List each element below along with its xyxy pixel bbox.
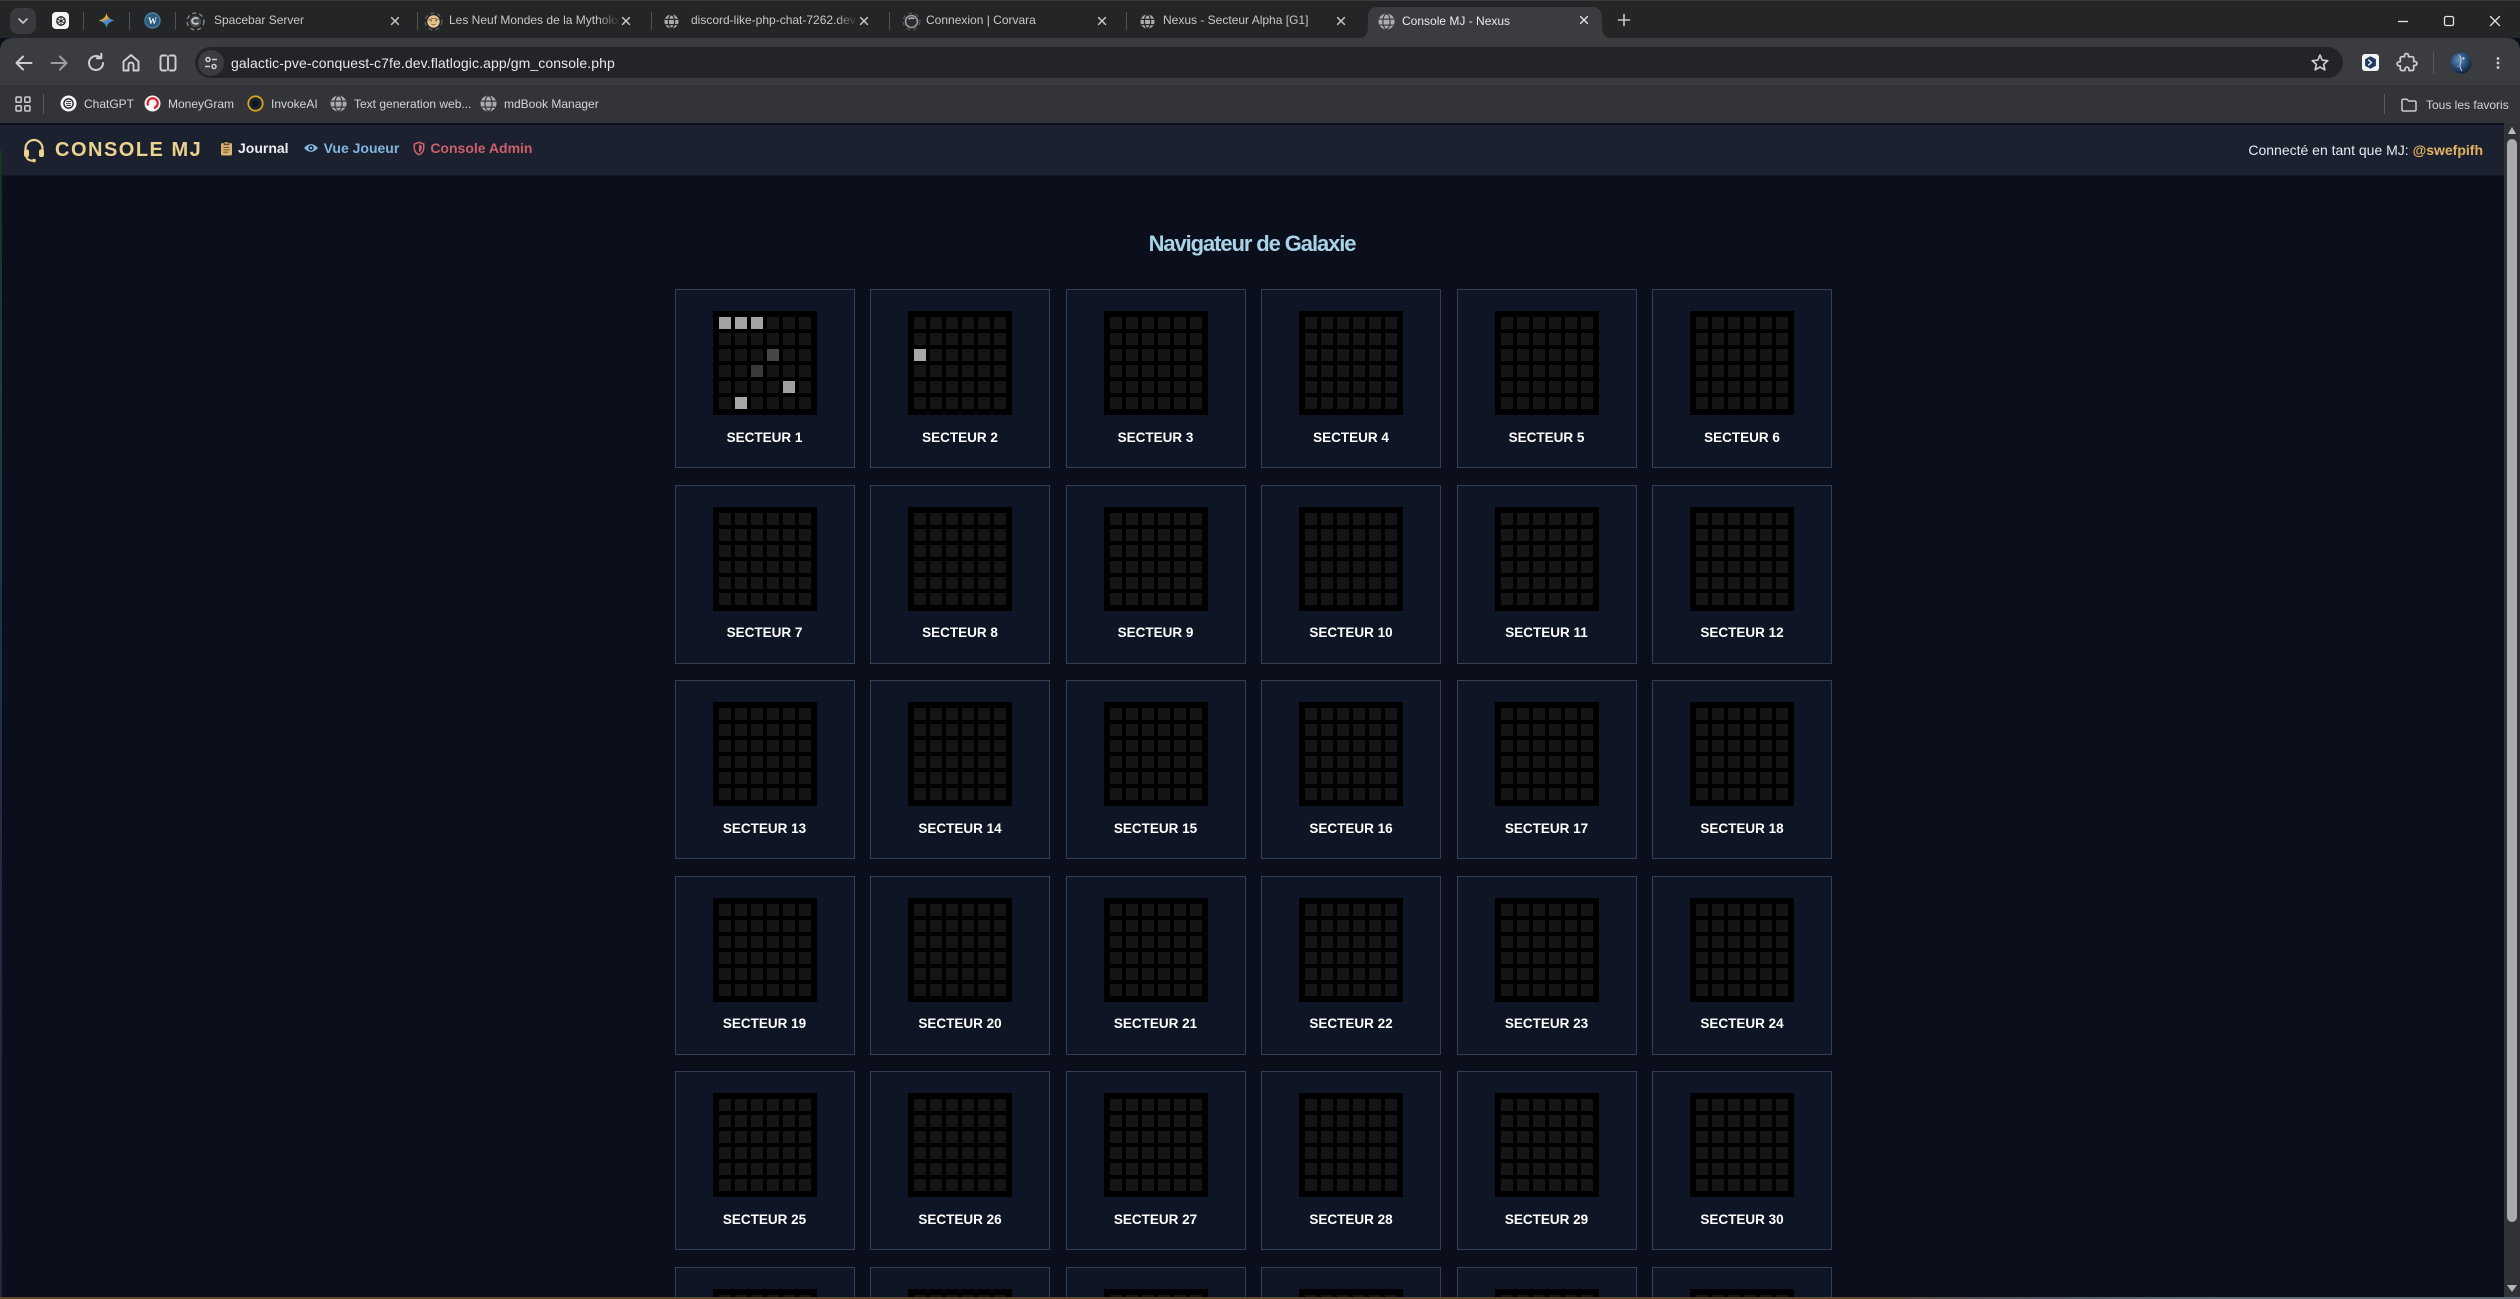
svg-text:W: W — [148, 16, 157, 26]
